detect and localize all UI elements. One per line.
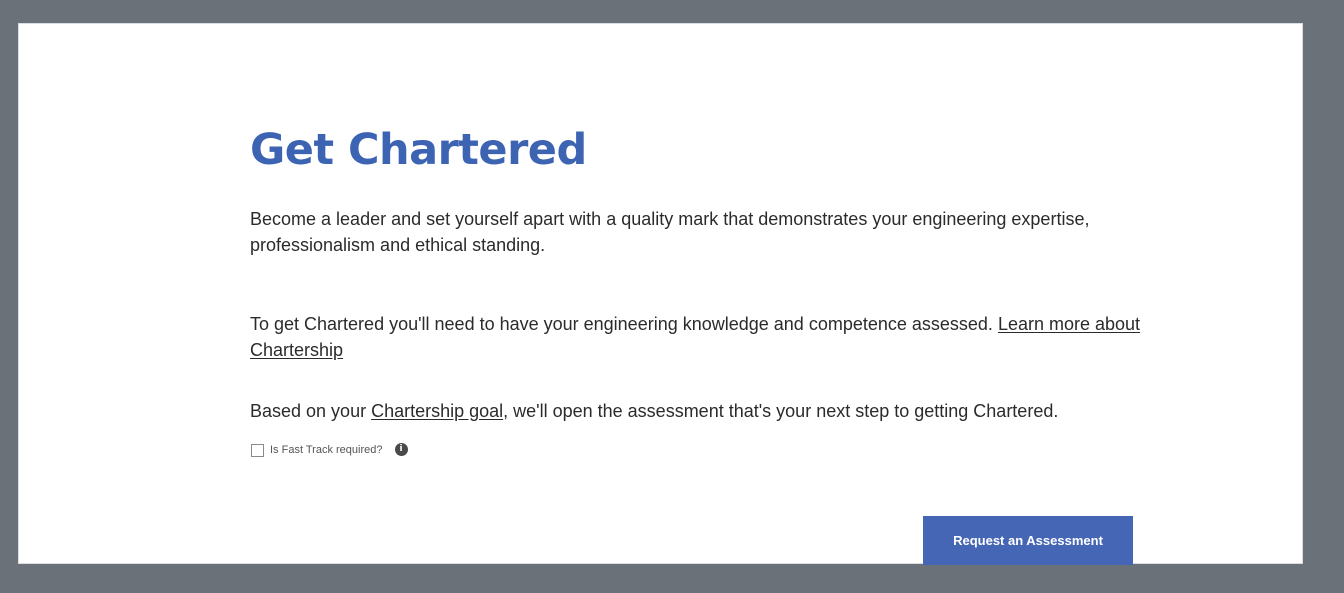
get-chartered-panel: Get Chartered Become a leader and set yo… xyxy=(18,23,1303,565)
goal-text-before: Based on your xyxy=(250,401,372,421)
fast-track-checkbox[interactable] xyxy=(251,444,264,457)
info-icon[interactable]: i xyxy=(394,443,408,456)
fast-track-option: Is Fast Track required? i xyxy=(251,442,408,457)
goal-info-paragraph: Based on your Chartership goal, we'll op… xyxy=(250,398,1210,424)
assessment-info-paragraph: To get Chartered you'll need to have you… xyxy=(250,311,1170,363)
goal-text-after: , we'll open the assessment that's your … xyxy=(503,401,1059,421)
request-assessment-button[interactable]: Request an Assessment xyxy=(923,516,1133,565)
assessment-info-text: To get Chartered you'll need to have you… xyxy=(250,314,998,334)
chartership-goal-link[interactable]: Chartership goal xyxy=(371,401,503,421)
fast-track-label: Is Fast Track required? xyxy=(270,443,383,456)
page-title: Get Chartered xyxy=(250,125,587,175)
intro-paragraph: Become a leader and set yourself apart w… xyxy=(250,209,1090,255)
